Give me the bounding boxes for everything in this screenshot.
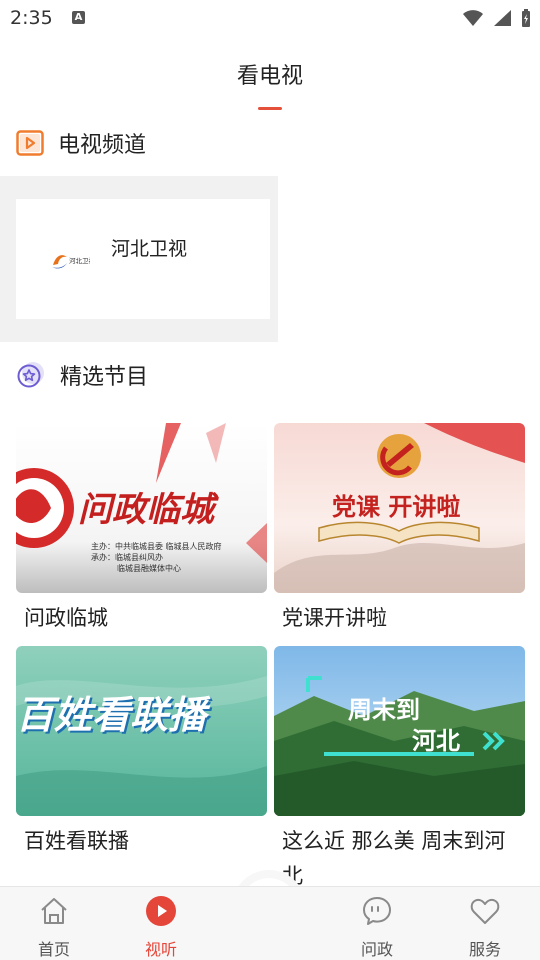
program-title: 问政临城	[24, 606, 108, 630]
program-title: 这么近 那么美 周末到河北	[282, 829, 506, 888]
program-card-zhoumo[interactable]: 周末到 河北 这么近 那么美 周末到河北	[274, 646, 525, 888]
nav-item-service[interactable]: 服务	[445, 887, 525, 960]
program-card-dangke[interactable]: 党课 开讲啦 党课开讲啦	[274, 423, 525, 633]
thumb-title-text: 党课 开讲啦	[332, 493, 460, 521]
program-title: 百姓看联播	[24, 829, 129, 853]
thumb-title-line2: 河北	[412, 727, 460, 755]
nav-label-home: 首页	[37, 940, 70, 959]
battery-icon	[522, 9, 530, 27]
nav-label-service: 服务	[468, 940, 501, 959]
wifi-icon	[463, 10, 483, 26]
nav-item-home[interactable]: 首页	[14, 887, 94, 960]
status-icons	[462, 8, 532, 28]
featured-header: 精选节目	[16, 360, 148, 390]
signal-icon	[494, 10, 511, 26]
play-circle-icon	[146, 896, 176, 926]
thumb-title-text: 百姓看联播	[16, 693, 211, 737]
channel-card-hebei[interactable]: 河北卫视 河北卫视	[16, 199, 270, 319]
nav-item-wenzheng[interactable]: 问政	[337, 887, 417, 960]
thumb-title-text: 问政临城	[78, 490, 219, 530]
channel-panel: 河北卫视 河北卫视	[0, 176, 278, 342]
nav-label-wenzheng: 问政	[360, 940, 393, 959]
program-thumbnail: 党课 开讲啦	[274, 423, 525, 593]
featured-title: 精选节目	[60, 365, 149, 390]
program-card-wenzheng[interactable]: 问政临城 主办：中共临城县委 临城县人民政府 承办：临城县纠风办 临城县融媒体中…	[16, 423, 267, 633]
heart-icon	[470, 898, 500, 924]
page-header: 看电视	[0, 36, 540, 116]
thumb-title-line1: 周末到	[348, 696, 420, 724]
chat-bubble-icon	[363, 897, 391, 925]
bottom-nav: 首页 视听 问政 服务	[0, 886, 540, 960]
thumb-credit-3: 临城县融媒体中心	[117, 563, 181, 573]
home-icon	[41, 898, 67, 924]
thumb-credit-1: 主办：中共临城县委 临城县人民政府	[91, 541, 222, 551]
star-badge-icon	[17, 362, 44, 388]
channel-logo: 河北卫视	[52, 255, 90, 269]
nav-item-av[interactable]: 视听	[121, 887, 201, 960]
program-title: 党课开讲啦	[282, 606, 387, 630]
notification-icon: A	[72, 11, 85, 24]
program-thumbnail: 问政临城 主办：中共临城县委 临城县人民政府 承办：临城县纠风办 临城县融媒体中…	[16, 423, 267, 593]
program-thumbnail: 周末到 河北	[274, 646, 525, 816]
play-square-icon	[16, 130, 44, 156]
title-underline	[258, 107, 282, 110]
program-card-baixing[interactable]: 百姓看联播 百姓看联播 百姓看联播	[16, 646, 267, 866]
channel-name: 河北卫视	[111, 238, 188, 260]
page-title: 看电视	[236, 64, 303, 89]
nav-label-av: 视听	[144, 940, 177, 959]
status-time: 2:35	[10, 7, 53, 29]
status-bar: 2:35 A	[0, 0, 540, 36]
tv-channels-header: 电视频道	[16, 128, 146, 158]
channel-logo-text: 河北卫视	[69, 256, 90, 265]
thumb-credit-2: 承办：临城县纠风办	[91, 552, 163, 562]
tv-channels-title: 电视频道	[58, 133, 147, 158]
program-thumbnail: 百姓看联播 百姓看联播	[16, 646, 267, 816]
